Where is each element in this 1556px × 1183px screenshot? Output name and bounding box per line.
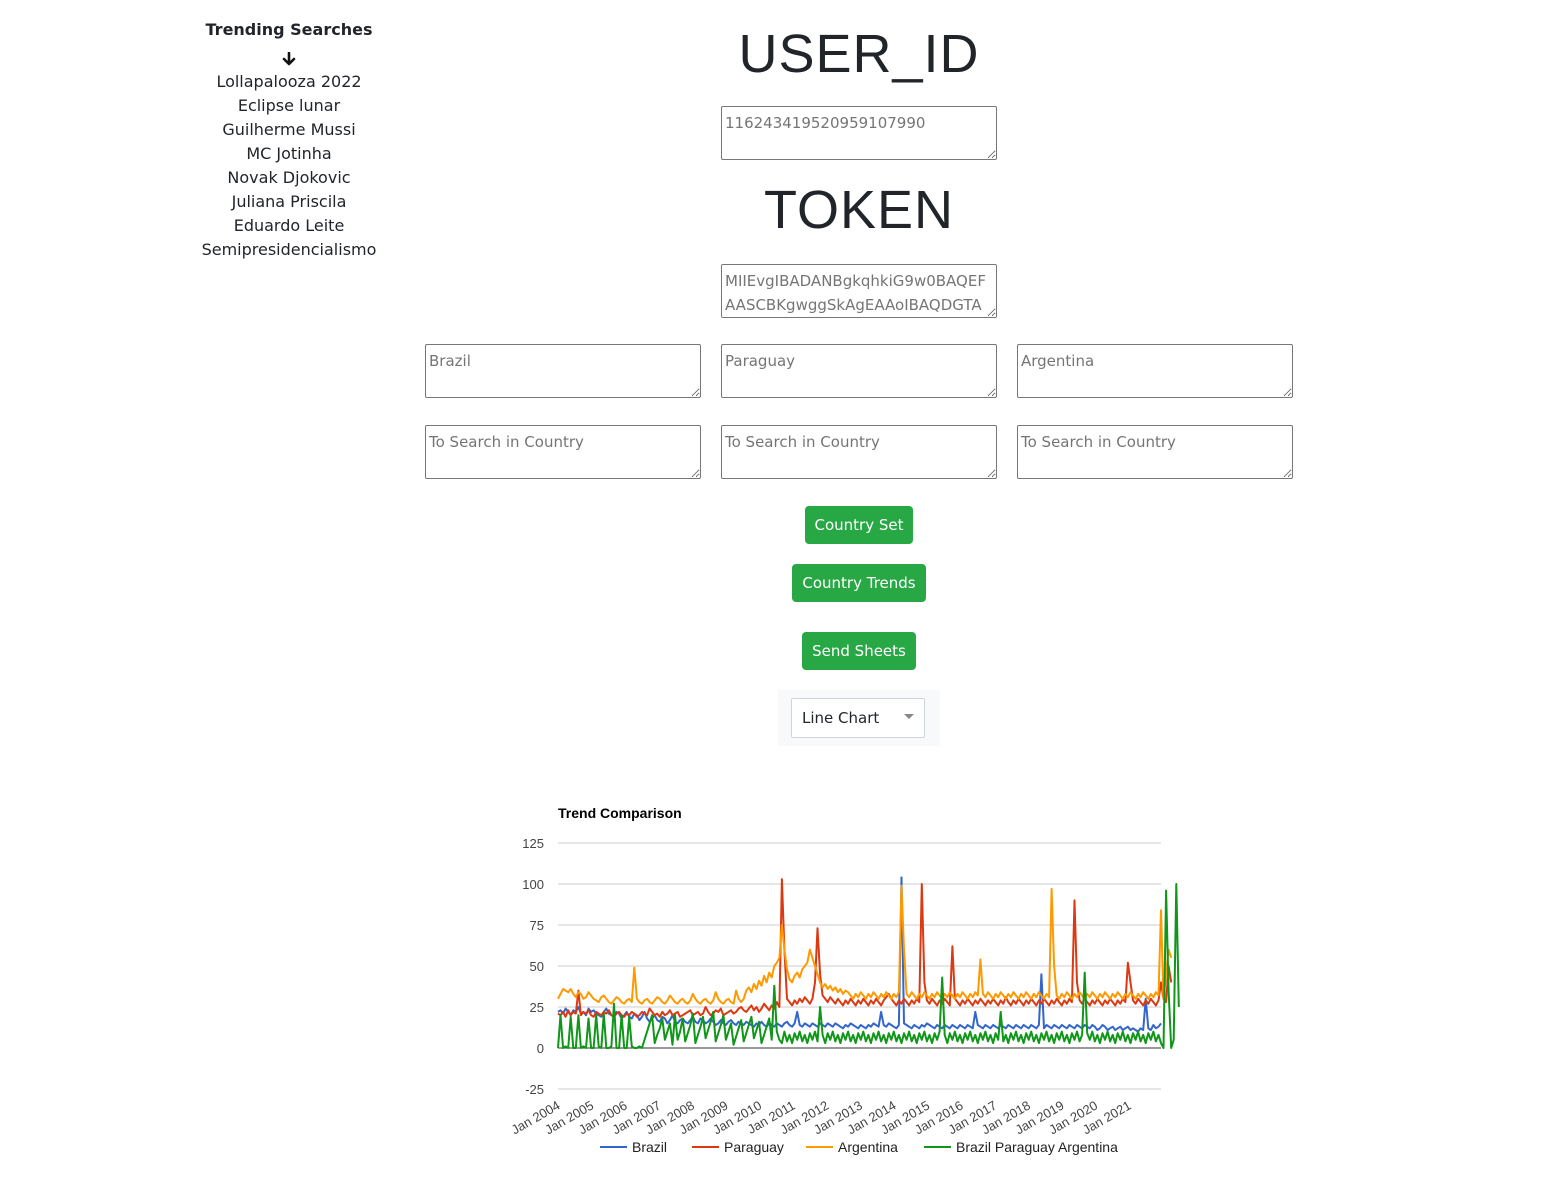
send-sheets-button[interactable]: Send Sheets: [802, 632, 916, 670]
search-term-input-1[interactable]: [425, 425, 701, 479]
trending-item[interactable]: Lollapalooza 2022: [189, 70, 389, 94]
legend-label: Brazil: [632, 1139, 667, 1155]
y-tick-label: 75: [530, 918, 544, 933]
trending-item[interactable]: Juliana Priscila: [189, 190, 389, 214]
country-input-2[interactable]: [721, 344, 997, 398]
chart-type-selected: Line Chart: [802, 709, 880, 727]
trending-item[interactable]: Novak Djokovic: [189, 166, 389, 190]
chart-type-select[interactable]: Line Chart: [791, 698, 925, 738]
series-line-brazil: [557, 876, 1162, 1033]
series-line-argentina: [557, 884, 1173, 1005]
legend-label: Argentina: [838, 1139, 898, 1155]
country-set-button[interactable]: Country Set: [805, 506, 913, 544]
trending-item[interactable]: Eclipse lunar: [189, 94, 389, 118]
search-term-input-2[interactable]: [721, 425, 997, 479]
chart-type-select-container: Line Chart: [778, 690, 940, 746]
user-id-input[interactable]: [721, 106, 997, 160]
trending-searches-title: Trending Searches: [205, 20, 373, 39]
country-input-1[interactable]: [425, 344, 701, 398]
token-heading: TOKEN: [763, 180, 955, 240]
y-tick-label: 25: [530, 1000, 544, 1015]
legend-label: Brazil Paraguay Argentina: [956, 1139, 1118, 1155]
trending-searches-panel: Trending Searches Lollapalooza 2022 Ecli…: [189, 18, 389, 262]
legend-label: Paraguay: [724, 1139, 784, 1155]
trending-item[interactable]: Guilherme Mussi: [189, 118, 389, 142]
trend-comparison-chart: Trend Comparison -250255075100125 Jan 20…: [509, 805, 1180, 1155]
y-tick-label: 100: [522, 877, 544, 892]
token-input[interactable]: MIIEvgIBADANBgkqhkiG9w0BAQEF AASCBKgwggS…: [721, 264, 997, 318]
trending-item[interactable]: Semipresidencialismo: [189, 238, 389, 262]
trending-searches-list: Lollapalooza 2022 Eclipse lunar Guilherm…: [189, 70, 389, 262]
arrow-down-icon: [189, 48, 389, 70]
y-tick-label: 0: [537, 1041, 544, 1056]
trending-item[interactable]: MC Jotinha: [189, 142, 389, 166]
country-input-3[interactable]: [1017, 344, 1293, 398]
caret-down-icon: [904, 714, 914, 719]
y-tick-label: 50: [530, 959, 544, 974]
chart-title: Trend Comparison: [558, 805, 682, 821]
y-tick-label: 125: [522, 836, 544, 851]
search-term-input-3[interactable]: [1017, 425, 1293, 479]
user-id-heading: USER_ID: [738, 24, 980, 84]
country-trends-button[interactable]: Country Trends: [792, 564, 926, 602]
y-tick-label: -25: [525, 1082, 544, 1097]
trending-item[interactable]: Eduardo Leite: [189, 214, 389, 238]
